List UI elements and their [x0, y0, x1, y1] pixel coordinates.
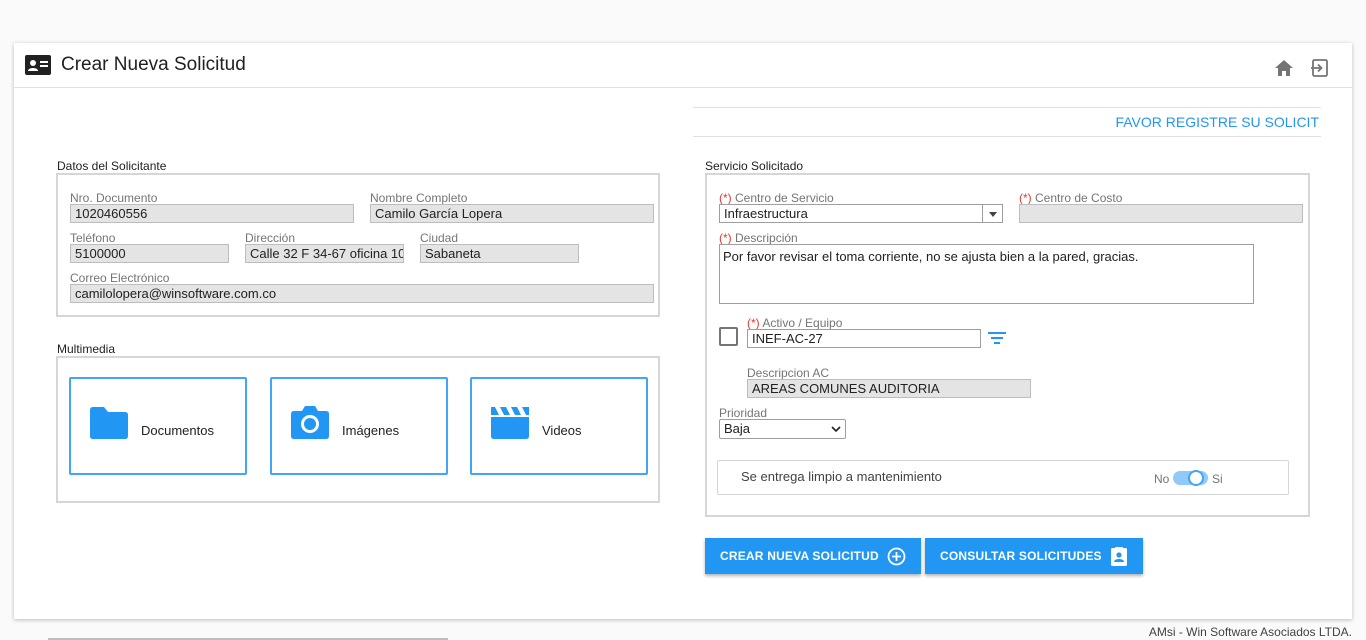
- descripcion-textarea[interactable]: Por favor revisar el toma corriente, no …: [719, 244, 1254, 304]
- documentos-label: Documentos: [141, 423, 214, 438]
- toggle-knob: [1188, 470, 1204, 486]
- nro-documento-field[interactable]: 1020460556: [70, 204, 354, 223]
- required-mark: (*): [1019, 191, 1032, 205]
- descripcion-label: (*) Descripción: [719, 231, 798, 245]
- descripcion-ac-field[interactable]: AREAS COMUNES AUDITORIA: [747, 379, 1031, 398]
- exit-icon[interactable]: [1311, 59, 1329, 77]
- toggle-off-label: No: [1154, 472, 1170, 486]
- required-mark: (*): [747, 316, 760, 330]
- folder-icon: [90, 407, 128, 439]
- camera-icon: [291, 406, 329, 439]
- contact-card-icon: [1111, 547, 1127, 566]
- direccion-label: Dirección: [245, 231, 296, 245]
- page-title: Crear Nueva Solicitud: [61, 54, 246, 75]
- correo-label: Correo Electrónico: [70, 271, 170, 285]
- crear-solicitud-button[interactable]: CREAR NUEVA SOLICITUD: [705, 538, 921, 574]
- prioridad-value: Baja: [724, 421, 751, 436]
- servicio-fieldset: (*) Centro de Servicio Infraestructura (…: [705, 173, 1310, 517]
- prioridad-select[interactable]: Baja: [719, 419, 846, 439]
- centro-servicio-select[interactable]: Infraestructura: [719, 204, 1003, 223]
- multimedia-fieldset: Documentos Imágenes Videos: [56, 356, 660, 503]
- nombre-completo-field[interactable]: Camilo García Lopera: [370, 204, 654, 223]
- consultar-solicitudes-label: CONSULTAR SOLICITUDES: [940, 549, 1102, 563]
- page-header: Crear Nueva Solicitud: [14, 43, 1352, 88]
- prioridad-label: Prioridad: [719, 406, 768, 420]
- direccion-field[interactable]: Calle 32 F 34-67 oficina 10: [245, 244, 404, 263]
- crear-solicitud-label: CREAR NUEVA SOLICITUD: [720, 549, 879, 563]
- centro-costo-label: (*) Centro de Costo: [1019, 191, 1123, 205]
- centro-servicio-label: (*) Centro de Servicio: [719, 191, 834, 205]
- consultar-solicitudes-button[interactable]: CONSULTAR SOLICITUDES: [925, 538, 1143, 574]
- chevron-down-icon: [982, 205, 1002, 222]
- videos-button[interactable]: Videos: [470, 377, 648, 475]
- servicio-legend: Servicio Solicitado: [705, 159, 804, 173]
- home-icon[interactable]: [1274, 59, 1294, 77]
- solicitante-fieldset: Nro. Documento 1020460556 Nombre Complet…: [56, 173, 660, 317]
- nro-documento-label: Nro. Documento: [70, 191, 158, 205]
- main-card: Crear Nueva Solicitud FAVOR REGISTRE SU …: [14, 43, 1352, 619]
- centro-servicio-value: Infraestructura: [724, 206, 808, 221]
- videos-label: Videos: [542, 423, 582, 438]
- imagenes-button[interactable]: Imágenes: [270, 377, 448, 475]
- info-banner: FAVOR REGISTRE SU SOLICIT: [693, 107, 1321, 137]
- telefono-field[interactable]: 5100000: [70, 244, 229, 263]
- telefono-label: Teléfono: [70, 231, 116, 245]
- activo-label: (*) Activo / Equipo: [747, 316, 843, 330]
- entrega-toggle[interactable]: [1173, 470, 1208, 486]
- ciudad-label: Ciudad: [420, 231, 459, 245]
- activo-field[interactable]: INEF-AC-27: [747, 329, 981, 348]
- required-mark: (*): [719, 231, 732, 245]
- descripcion-ac-label: Descripcion AC: [747, 366, 830, 380]
- clapperboard-icon: [491, 407, 529, 439]
- footer-text: AMsi - Win Software Asociados LTDA.: [1148, 625, 1352, 639]
- entrega-label: Se entrega limpio a mantenimiento: [741, 469, 942, 484]
- ciudad-field[interactable]: Sabaneta: [420, 244, 579, 263]
- required-mark: (*): [719, 191, 732, 205]
- activo-checkbox[interactable]: [719, 327, 738, 346]
- multimedia-legend: Multimedia: [57, 342, 116, 356]
- nombre-completo-label: Nombre Completo: [370, 191, 468, 205]
- centro-costo-field[interactable]: [1019, 204, 1303, 223]
- solicitante-legend: Datos del Solicitante: [57, 159, 167, 173]
- chevron-down-icon: [831, 426, 841, 433]
- imagenes-label: Imágenes: [342, 423, 400, 438]
- id-card-icon: [25, 55, 51, 75]
- entrega-row: Se entrega limpio a mantenimiento No Si: [717, 460, 1289, 495]
- filter-icon[interactable]: [988, 331, 1006, 345]
- banner-text: FAVOR REGISTRE SU SOLICIT: [1115, 114, 1319, 130]
- toggle-on-label: Si: [1212, 472, 1223, 486]
- documentos-button[interactable]: Documentos: [69, 377, 247, 475]
- correo-field[interactable]: camilolopera@winsoftware.com.co: [70, 284, 654, 303]
- add-circle-icon: [887, 547, 906, 566]
